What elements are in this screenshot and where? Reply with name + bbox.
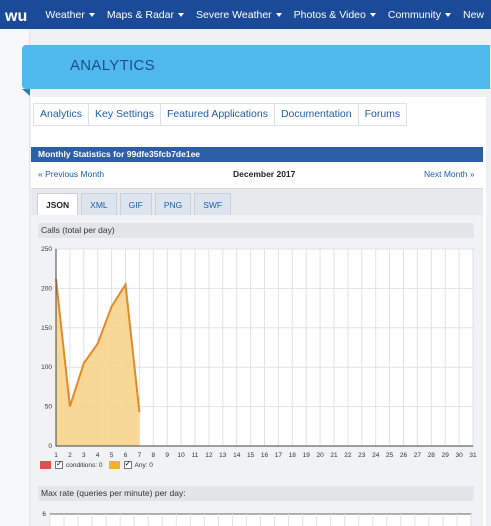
x-tick-label: 5 (110, 452, 114, 459)
x-tick-label: 22 (344, 452, 352, 459)
nav-item-severe-weather[interactable]: Severe Weather (191, 9, 289, 21)
caret-down-icon (444, 12, 451, 17)
caret-down-icon (177, 12, 184, 17)
x-tick-label: 26 (400, 452, 408, 459)
max-rate-chart-title: Max rate (queries per minute) per day: (38, 486, 474, 501)
legend-label: Any: 0 (134, 461, 153, 469)
x-tick-label: 20 (316, 452, 324, 459)
subnav-documentation[interactable]: Documentation (275, 104, 359, 125)
y-tick-label: 100 (41, 364, 52, 371)
x-tick-label: 23 (358, 452, 366, 459)
format-tabs: JSON XML GIF PNG SWF (37, 193, 232, 215)
previous-month-link[interactable]: « Previous Month (38, 169, 104, 179)
nav-item-label: Photos & Video (293, 8, 366, 21)
page-title: ANALYTICS (70, 57, 155, 74)
max-rate-chart: 6 (42, 511, 472, 526)
tab-png[interactable]: PNG (154, 193, 192, 215)
top-navigation: wu Weather Maps & Radar Severe Weather Phot… (0, 0, 491, 29)
calls-chart: 1 2 3 4 5 6 7 8 9 10 11 12 13 14 15 16 17 18 19 20 21 22 23 24 2… (41, 246, 477, 459)
legend-swatch (40, 461, 51, 469)
next-month-link[interactable]: Next Month » (424, 169, 475, 179)
legend-label: conditions: 0 (66, 461, 103, 469)
x-tick-label: 28 (428, 452, 436, 459)
x-tick-label: 17 (275, 452, 283, 459)
x-tick-label: 1 (54, 452, 58, 459)
nav-item-label: Severe Weather (195, 8, 272, 21)
y-tick-label: 150 (41, 325, 52, 332)
x-tick-label: 4 (96, 452, 100, 459)
x-tick-label: 18 (289, 452, 297, 459)
nav-item-label: Maps & Radar (106, 8, 174, 21)
x-tick-label: 16 (261, 452, 269, 459)
y-tick-label: 0 (48, 443, 52, 450)
y-tick-label: 6 (42, 511, 46, 518)
x-tick-label: 6 (124, 452, 128, 459)
x-tick-label: 19 (303, 452, 311, 459)
tab-xml[interactable]: XML (81, 193, 117, 215)
nav-item-photos-video[interactable]: Photos & Video (289, 9, 383, 21)
nav-item-label: Community (387, 8, 441, 21)
nav-item-community[interactable]: Community (383, 9, 458, 21)
x-tick-label: 24 (372, 452, 380, 459)
page-left-strip (0, 29, 30, 526)
x-tick-label: 9 (165, 452, 169, 459)
x-tick-label: 21 (330, 452, 338, 459)
subnav-key-settings[interactable]: Key Settings (89, 104, 161, 125)
x-tick-label: 3 (82, 452, 86, 459)
x-tick-label: 14 (233, 452, 241, 459)
x-tick-label: 8 (151, 452, 155, 459)
x-tick-label: 10 (177, 452, 185, 459)
x-tick-label: 25 (386, 452, 394, 459)
x-tick-label: 12 (205, 452, 213, 459)
x-tick-label: 31 (469, 452, 477, 459)
x-tick-label: 11 (192, 452, 199, 459)
nav-item-label: New (462, 8, 484, 21)
nav-item-label: Weather (45, 8, 85, 21)
subnav-analytics[interactable]: Analytics (34, 104, 90, 125)
nav-item-maps-radar[interactable]: Maps & Radar (102, 9, 191, 21)
tab-gif[interactable]: GIF (119, 193, 152, 215)
legend-checkbox[interactable] (55, 459, 63, 469)
stats-header: Monthly Statistics for 99dfe35fcb7de1ee (31, 147, 483, 162)
y-tick-label: 50 (45, 404, 53, 411)
subnav-featured-applications[interactable]: Featured Applications (161, 104, 275, 125)
chart-legend: conditions: 0 Any: 0 (40, 459, 159, 469)
x-tick-label: 15 (247, 452, 255, 459)
tab-json[interactable]: JSON (37, 193, 79, 215)
banner-fold (22, 89, 30, 96)
caret-down-icon (275, 12, 282, 17)
x-tick-label: 2 (68, 452, 72, 459)
y-tick-label: 250 (41, 246, 52, 253)
tab-swf[interactable]: SWF (194, 193, 232, 215)
legend-checkbox[interactable] (123, 459, 132, 469)
x-tick-label: 29 (442, 452, 450, 459)
subnav-forums[interactable]: Forums (359, 104, 407, 125)
x-tick-label: 7 (138, 452, 142, 459)
y-tick-label: 200 (41, 285, 52, 292)
x-tick-label: 30 (455, 452, 463, 459)
month-label: December 2017 (233, 169, 296, 179)
nav-item-new[interactable]: New (458, 9, 491, 21)
sub-navigation: Analytics Key Settings Featured Applicatio… (33, 103, 408, 126)
x-tick-label: 27 (414, 452, 422, 459)
x-tick-label: 13 (219, 452, 227, 459)
nav-item-weather[interactable]: Weather (40, 9, 102, 21)
svg-text:wu: wu (5, 8, 27, 24)
wu-logo[interactable]: wu (0, 0, 40, 29)
caret-down-icon (88, 12, 95, 17)
legend-swatch (108, 461, 120, 469)
caret-down-icon (369, 12, 376, 17)
